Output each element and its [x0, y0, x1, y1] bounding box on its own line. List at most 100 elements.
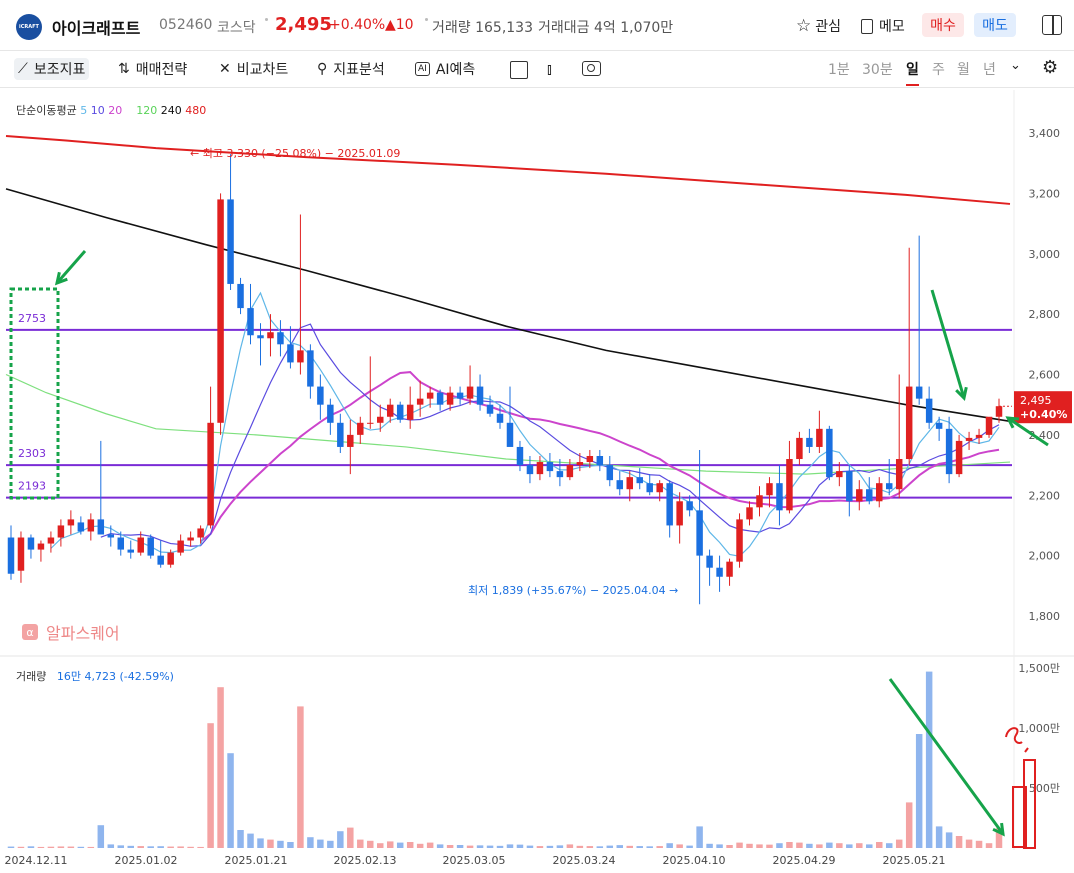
candle-body — [636, 477, 643, 484]
candle-body — [377, 416, 384, 423]
candle-body — [606, 465, 614, 481]
candle-body — [626, 477, 633, 490]
candle-body — [566, 465, 574, 478]
volume-legend: 거래량 16만 4,723 (-42.59%) — [16, 668, 174, 684]
candle-body — [536, 462, 544, 475]
volume-bar — [915, 734, 923, 848]
volume-bar — [746, 843, 753, 848]
red-scribble — [1024, 747, 1029, 753]
volume-bar — [367, 840, 374, 848]
volume-bar — [786, 842, 793, 848]
y-tick-label: 2,800 — [1029, 308, 1061, 321]
candle-body — [895, 459, 903, 490]
candle-body — [816, 428, 823, 447]
candle-body — [985, 416, 993, 435]
vol-tick-label: 500만 — [1029, 782, 1060, 795]
volume-bar — [197, 846, 204, 848]
candle-body — [476, 386, 484, 405]
candle-body — [67, 519, 75, 526]
volume-bar — [686, 845, 693, 848]
volume-legend-label: 거래량 — [16, 670, 47, 683]
volume-bar — [736, 842, 743, 848]
candle-body — [786, 459, 793, 511]
candle-body — [866, 489, 873, 502]
candle-body — [187, 537, 194, 541]
level-label: 2753 — [18, 312, 46, 325]
candle-body — [117, 537, 125, 550]
candle-body — [37, 543, 45, 550]
volume-bar — [426, 842, 434, 848]
candle-body — [307, 350, 314, 387]
volume-bar — [207, 723, 214, 848]
green-arrow — [55, 250, 87, 284]
candle-body — [297, 350, 304, 363]
volume-bar — [546, 845, 554, 848]
candle-body — [197, 528, 204, 538]
vol-tick-label: 1,500만 — [1018, 662, 1060, 675]
high-annotation: ← 최고 3,330 (−25.08%) − 2025.01.09 — [190, 147, 400, 160]
candle-body — [935, 422, 943, 429]
candle-body — [217, 199, 224, 423]
volume-bar — [566, 844, 574, 848]
x-tick-label: 2025.05.21 — [883, 854, 946, 867]
volume-bar — [317, 839, 324, 848]
candle-body — [666, 483, 673, 526]
last-price-value: 2,495 — [1020, 394, 1052, 407]
candle-body — [686, 501, 693, 511]
candle-body — [796, 437, 803, 460]
volume-bar — [586, 846, 594, 848]
volume-bar — [656, 846, 663, 848]
volume-bar — [47, 846, 55, 848]
y-tick-label: 1,800 — [1029, 610, 1061, 623]
volume-bar — [826, 842, 833, 848]
candle-body — [277, 332, 284, 345]
ma240-line — [5, 188, 1011, 423]
candle-body — [826, 428, 833, 478]
candle-body — [526, 465, 534, 475]
volume-bar — [7, 846, 15, 848]
volume-bar — [466, 845, 474, 848]
price-chart[interactable]: 1,8002,0002,2002,4002,6002,8003,0003,200… — [0, 0, 1074, 873]
volume-bar — [856, 843, 863, 848]
candle-body — [147, 537, 154, 556]
candle-body — [47, 537, 55, 544]
candle-body — [846, 471, 853, 502]
candle-body — [386, 404, 394, 417]
candle-body — [207, 422, 214, 526]
y-tick-label: 3,200 — [1029, 187, 1061, 200]
candle-body — [696, 510, 703, 556]
volume-bar — [297, 706, 304, 848]
candle-body — [177, 540, 184, 553]
candle-body — [975, 434, 983, 438]
candle-body — [945, 428, 953, 475]
watermark-text: 알파스퀘어 — [46, 624, 120, 643]
candle-body — [367, 422, 374, 424]
candle-body — [87, 519, 95, 532]
y-tick-label: 2,000 — [1029, 550, 1061, 563]
volume-bar — [97, 825, 105, 848]
candle-body — [7, 537, 15, 574]
volume-bar — [965, 839, 973, 848]
volume-bar — [446, 845, 454, 848]
candle-body — [516, 446, 524, 466]
volume-bar — [87, 846, 95, 848]
y-tick-label: 3,400 — [1029, 127, 1061, 140]
candle-body — [416, 398, 424, 405]
volume-bar — [277, 840, 284, 848]
candle-body — [267, 332, 274, 339]
volume-bar — [147, 846, 154, 848]
volume-bar — [756, 844, 763, 848]
volume-bar — [726, 845, 733, 848]
volume-bar — [676, 844, 683, 848]
volume-bar — [776, 843, 783, 848]
volume-bar — [796, 842, 803, 848]
candle-body — [337, 422, 344, 447]
candle-body — [496, 413, 504, 423]
volume-bar — [486, 845, 494, 848]
level-label: 2193 — [18, 480, 46, 493]
volume-bar — [396, 842, 404, 848]
volume-bar — [287, 842, 294, 848]
volume-bar — [37, 846, 45, 848]
volume-bar — [526, 845, 534, 848]
volume-bar — [476, 845, 484, 848]
